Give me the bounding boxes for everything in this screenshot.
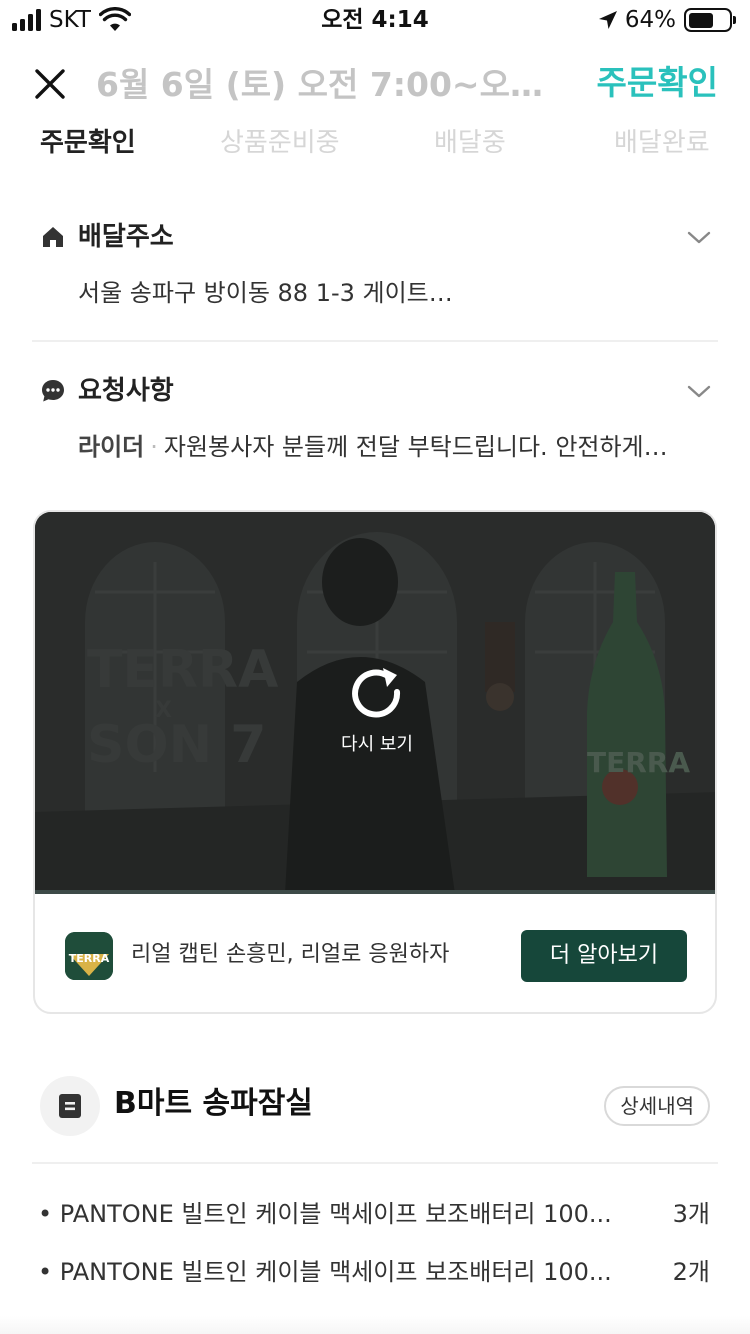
chevron-down-icon[interactable] [686,224,712,250]
ad-video[interactable]: TERRA TERRA X SON 7 다시 보기 [35,512,715,894]
battery-fill [688,12,714,28]
request-separator: · [150,433,158,461]
divider [32,1162,718,1164]
status-bar: SKT 오전 4:14 64% [0,0,750,40]
store-name: B마트 송파잠실 [114,1086,313,1121]
request-title: 요청사항 [78,376,174,406]
location-arrow-icon [598,11,617,29]
step-preparing: 상품준비중 [220,128,340,158]
address-title: 배달주소 [78,222,174,252]
scroll-fade [0,1316,750,1334]
status-right: 64% [597,6,736,34]
order-detail-button[interactable]: 상세내역 [604,1086,710,1126]
address-section[interactable]: 배달주소 서울 송파구 방이동 88 1-3 게이트… [0,220,750,320]
list-item: • PANTONE 빌트인 케이블 맥세이프 보조배터리 100... 2개 [38,1252,718,1292]
request-text: 자원봉사자 분들께 전달 부탁드립니다. 안전하게… [163,433,668,461]
ad-card[interactable]: TERRA TERRA X SON 7 다시 보기 TERRA 리얼 캡틴 손흥… [33,510,717,1014]
battery-icon [684,8,736,32]
step-delivering: 배달중 [434,128,506,158]
learn-more-button[interactable]: 더 알아보기 [521,930,687,982]
order-progress-steps: 주문확인 상품준비중 배달중 배달완료 [0,124,750,164]
store-header: B마트 송파잠실 상세내역 [0,1074,750,1138]
ad-footer: TERRA 리얼 캡틴 손흥민, 리얼로 응원하자 더 알아보기 [35,894,715,1012]
request-section[interactable]: 요청사항 라이더 · 자원봉사자 분들께 전달 부탁드립니다. 안전하게… [0,374,750,474]
address-header: 배달주소 [40,220,174,254]
delivery-time-title: 6월 6일 (토) 오전 7:00~오전... [96,65,566,104]
ad-text: 리얼 캡틴 손흥민, 리얼로 응원하자 [131,942,450,967]
request-header: 요청사항 [40,374,174,408]
store-icon [40,1076,100,1136]
terra-logo: TERRA [65,932,113,980]
replay-label: 다시 보기 [341,734,413,755]
divider [32,340,718,342]
home-icon [43,227,63,247]
item-name: • PANTONE 빌트인 케이블 맥세이프 보조배터리 100... [38,1200,612,1228]
order-status-label: 주문확인 [596,63,718,102]
svg-text:TERRA: TERRA [69,952,110,965]
order-header: 6월 6일 (토) 오전 7:00~오전... 주문확인 [0,50,750,120]
receipt-icon [59,1094,81,1118]
replay-button[interactable]: 다시 보기 [35,662,715,758]
replay-icon [352,668,401,718]
request-target: 라이더 [78,433,145,461]
close-icon[interactable] [30,64,70,104]
item-name: • PANTONE 빌트인 케이블 맥세이프 보조배터리 100... [38,1258,612,1286]
step-delivered: 배달완료 [614,128,710,158]
address-value: 서울 송파구 방이동 88 1-3 게이트… [78,279,453,307]
chat-bubble-icon [42,380,64,402]
step-order-confirmed: 주문확인 [40,128,136,158]
list-item: • PANTONE 빌트인 케이블 맥세이프 보조배터리 100... 3개 [38,1194,718,1234]
battery-percent: 64% [624,7,676,33]
item-quantity: 3개 [672,1200,710,1228]
item-quantity: 2개 [672,1258,710,1286]
request-value: 라이더 · 자원봉사자 분들께 전달 부탁드립니다. 안전하게… [78,430,718,464]
chevron-down-icon[interactable] [686,378,712,404]
